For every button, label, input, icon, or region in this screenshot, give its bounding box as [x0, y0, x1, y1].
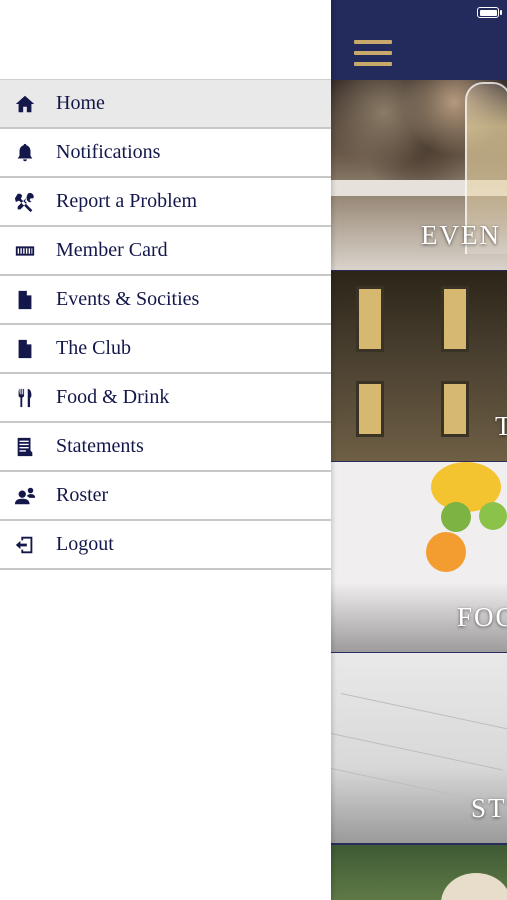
- menu-item-label: Member Card: [56, 239, 168, 261]
- food-photo: [426, 532, 466, 572]
- menu-item-label: Notifications: [56, 141, 161, 163]
- club-window: [441, 286, 469, 352]
- menu-item-the-club[interactable]: The Club: [0, 325, 331, 374]
- document-icon: [14, 338, 36, 360]
- drawer-menu: Home Notifications Report a Problem Memb…: [0, 79, 331, 570]
- people-icon: [14, 485, 36, 507]
- menu-item-label: Events & Socities: [56, 288, 200, 310]
- menu-item-label: Logout: [56, 533, 114, 555]
- tile-statements-label: ST: [471, 793, 507, 823]
- top-bar: [331, 0, 507, 80]
- battery-tip: [500, 10, 502, 15]
- roster-photo: [441, 873, 507, 900]
- tile-the-club[interactable]: T: [331, 271, 507, 461]
- menu-item-label: Roster: [56, 484, 109, 506]
- battery-icon: [477, 7, 499, 18]
- receipt-icon: [14, 436, 36, 458]
- menu-item-logout[interactable]: Logout: [0, 521, 331, 570]
- menu-item-label: Food & Drink: [56, 386, 170, 408]
- tile-events[interactable]: EVEN: [331, 80, 507, 270]
- bell-icon: [14, 142, 36, 164]
- menu-item-food-drink[interactable]: Food & Drink: [0, 374, 331, 423]
- tile-roster[interactable]: [331, 845, 507, 900]
- menu-item-report-problem[interactable]: Report a Problem: [0, 178, 331, 227]
- logout-icon: [14, 534, 36, 556]
- menu-item-member-card[interactable]: Member Card: [0, 227, 331, 276]
- menu-item-label: Report a Problem: [56, 190, 198, 212]
- statement-line: [340, 693, 507, 730]
- tools-icon: [14, 191, 36, 213]
- utensils-icon: [14, 387, 36, 409]
- tile-statements[interactable]: ST: [331, 653, 507, 843]
- food-photo: [479, 502, 507, 530]
- club-window: [356, 381, 384, 437]
- statement-line: [331, 733, 504, 771]
- food-photo: [441, 502, 471, 532]
- tile-club-label: T: [495, 411, 507, 441]
- navigation-drawer: Home Notifications Report a Problem Memb…: [0, 0, 331, 900]
- document-icon: [14, 289, 36, 311]
- main-content: EVEN T FOO ST: [331, 0, 507, 900]
- menu-item-label: The Club: [56, 337, 131, 359]
- menu-item-notifications[interactable]: Notifications: [0, 129, 331, 178]
- menu-item-label: Home: [56, 92, 105, 114]
- tile-food-drink[interactable]: FOO: [331, 462, 507, 652]
- menu-item-events-socities[interactable]: Events & Socities: [0, 276, 331, 325]
- tile-events-label: EVEN: [421, 220, 501, 250]
- tile-food-label: FOO: [457, 602, 507, 632]
- card-icon: [14, 240, 36, 262]
- club-window: [441, 381, 469, 437]
- menu-hamburger-icon[interactable]: [354, 40, 392, 66]
- club-window: [356, 286, 384, 352]
- menu-item-home[interactable]: Home: [0, 79, 331, 129]
- menu-item-label: Statements: [56, 435, 144, 457]
- menu-item-statements[interactable]: Statements: [0, 423, 331, 472]
- home-icon: [14, 93, 36, 115]
- menu-item-roster[interactable]: Roster: [0, 472, 331, 521]
